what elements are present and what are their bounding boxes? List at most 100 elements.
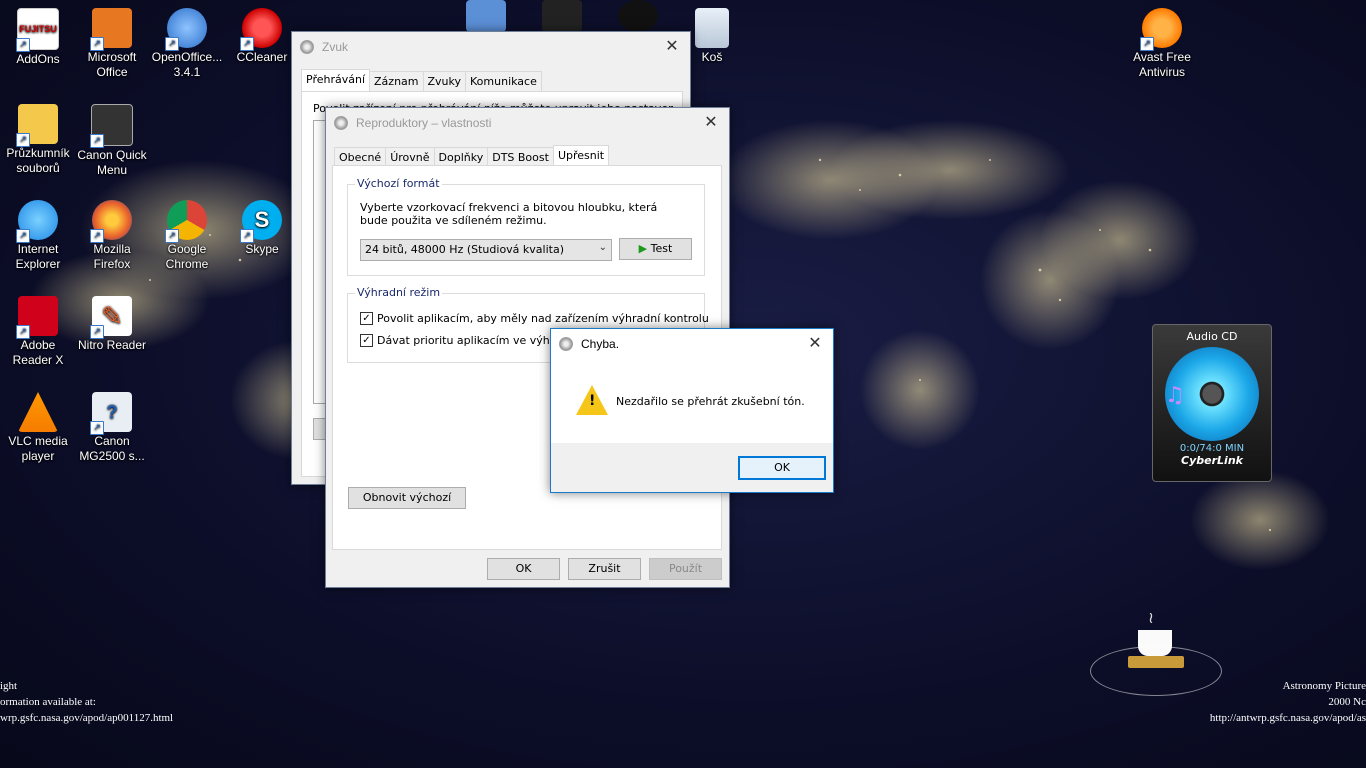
error-message: Nezdařilo se přehrát zkušební tón.: [616, 395, 805, 408]
desktop-icon-label: Průzkumník souborů: [6, 146, 70, 175]
desktop-icon-adobe-reader[interactable]: ↗ Adobe Reader X: [0, 292, 76, 368]
desktop-icon-avast[interactable]: ↗ Avast Free Antivirus: [1124, 4, 1200, 80]
desktop-icon-label: OpenOffice... 3.4.1: [151, 50, 223, 79]
firefox-icon: ↗: [90, 200, 132, 243]
restore-defaults-button[interactable]: Obnovit výchozí: [348, 487, 466, 509]
ccleaner-icon: ↗: [240, 8, 282, 51]
play-icon: ▶: [638, 242, 648, 255]
apod-line: Astronomy Picture: [1282, 680, 1366, 692]
warning-exclamation: !: [589, 393, 596, 409]
tab-komunikace[interactable]: Komunikace: [465, 71, 542, 93]
window-title: Reproduktory – vlastnosti: [356, 116, 492, 130]
ok-button[interactable]: OK: [487, 558, 560, 580]
cd-disc-icon: ♫: [1165, 347, 1259, 441]
tab-zvuky[interactable]: Zvuky: [422, 71, 467, 93]
speaker-icon: [300, 40, 314, 54]
apod-line: 2000 Nc: [1328, 696, 1366, 708]
desktop-icon-skype[interactable]: S ↗ Skype: [224, 196, 300, 257]
format-select-value: 24 bitů, 48000 Hz (Studiová kvalita): [365, 243, 564, 256]
nitro-reader-icon: ✎ ↗: [90, 296, 132, 339]
chrome-icon: ↗: [165, 200, 207, 243]
steam-icon: ≀: [1148, 608, 1154, 627]
apod-credit-left: ight ormation available at: wrp.gsfc.nas…: [0, 680, 173, 725]
sound-tabs: Přehrávání Záznam Zvuky Komunikace: [301, 69, 542, 93]
error-titlebar[interactable]: Chyba. ✕: [551, 329, 833, 359]
close-icon[interactable]: ✕: [805, 334, 825, 354]
close-icon[interactable]: ✕: [701, 113, 721, 133]
desktop-icon-nitro-reader[interactable]: ✎ ↗ Nitro Reader: [74, 292, 150, 353]
tab-prehravani[interactable]: Přehrávání: [301, 69, 371, 91]
fujitsu-icon: FUJITSU ↗: [16, 8, 59, 52]
desktop-icon-label: Internet Explorer: [15, 242, 61, 271]
audio-cd-gadget[interactable]: Audio CD ♫ 0:0/74:0 MIN CyberLink: [1152, 324, 1272, 482]
apply-button[interactable]: Použít: [649, 558, 722, 580]
desktop-icon-chrome[interactable]: ↗ Google Chrome: [149, 196, 225, 272]
webcam-icon: [618, 0, 658, 32]
taskbar-partial-icon-2[interactable]: [524, 0, 600, 34]
group-legend: Výhradní režim: [355, 286, 443, 299]
checkbox-checked-icon: ✓: [360, 312, 373, 325]
desktop-icon-canon-quick-menu[interactable]: ↗ Canon Quick Menu: [74, 100, 150, 178]
canon-quick-menu-icon: ↗: [90, 104, 133, 148]
internet-explorer-icon: ↗: [16, 200, 58, 243]
folder-icon: ↗: [16, 104, 58, 147]
allow-exclusive-checkbox[interactable]: ✓ Povolit aplikacím, aby měly nad zaříze…: [360, 312, 709, 325]
format-select[interactable]: 24 bitů, 48000 Hz (Studiová kvalita) ⌄: [360, 239, 612, 261]
group-legend: Výchozí formát: [355, 177, 442, 190]
music-note-icon: ♫: [1165, 383, 1185, 408]
desktop-icon-file-explorer[interactable]: ↗ Průzkumník souborů: [0, 100, 76, 176]
error-ok-button[interactable]: OK: [738, 456, 826, 480]
desktop-icon-label: Canon Quick Menu: [77, 148, 147, 177]
app-icon: [466, 0, 506, 32]
desktop-icon-ccleaner[interactable]: ↗ CCleaner: [224, 4, 300, 65]
desktop-icon-label: VLC media player: [8, 434, 68, 463]
properties-titlebar[interactable]: Reproduktory – vlastnosti ✕: [326, 108, 729, 138]
desktop-icon-label: CCleaner: [236, 50, 288, 64]
checkbox-label: Povolit aplikacím, aby měly nad zařízení…: [377, 312, 709, 325]
error-dialog[interactable]: Chyba. ✕ ! Nezdařilo se přehrát zkušební…: [550, 328, 834, 493]
apod-line: ight: [0, 680, 18, 692]
desktop-icon-internet-explorer[interactable]: ↗ Internet Explorer: [0, 196, 76, 272]
apod-line: wrp.gsfc.nasa.gov/apod/ap001127.html: [0, 712, 174, 724]
cancel-button[interactable]: Zrušit: [568, 558, 641, 580]
desktop-icon-vlc[interactable]: VLC media player: [0, 388, 76, 464]
app-icon: [542, 0, 582, 32]
taskbar-partial-icon-3[interactable]: [600, 0, 676, 34]
desktop-icon-firefox[interactable]: ↗ Mozilla Firefox: [74, 196, 150, 272]
tab-zaznam[interactable]: Záznam: [369, 71, 424, 93]
test-button-label: Test: [650, 242, 673, 255]
sound-titlebar[interactable]: Zvuk ✕: [292, 32, 690, 62]
window-title: Zvuk: [322, 40, 349, 54]
openoffice-icon: ↗: [165, 8, 207, 51]
adobe-reader-icon: ↗: [16, 296, 58, 339]
desktop-icon-openoffice[interactable]: ↗ OpenOffice... 3.4.1: [149, 4, 225, 80]
desktop-icon-label: Skype: [245, 242, 279, 256]
dialog-title: Chyba.: [581, 337, 620, 351]
desktop-icon-label: Mozilla Firefox: [93, 242, 131, 271]
apod-credit-right: Astronomy Picture 2000 Nc http://antwrp.…: [1210, 680, 1366, 725]
desktop-icon-canon-mg2500[interactable]: ? ↗ Canon MG2500 s...: [74, 388, 150, 464]
speaker-icon: [559, 337, 573, 351]
cyberlink-logo: CyberLink: [1181, 454, 1243, 467]
desktop-icon-label: Microsoft Office: [87, 50, 137, 79]
avast-icon: ↗: [1140, 8, 1182, 51]
default-format-group: Výchozí formát Vyberte vzorkovací frekve…: [347, 177, 705, 276]
checkbox-checked-icon: ✓: [360, 334, 373, 347]
taskbar-partial-icon-1[interactable]: [448, 0, 524, 34]
desktop-icon-addons[interactable]: FUJITSU ↗ AddOns: [0, 4, 76, 67]
desktop-icon-label: Avast Free Antivirus: [1133, 50, 1191, 79]
plate: [1128, 656, 1184, 668]
chevron-down-icon: ⌄: [598, 242, 607, 253]
apod-line: http://antwrp.gsfc.nasa.gov/apod/as: [1209, 712, 1366, 724]
desktop-icon-label: Adobe Reader X: [12, 338, 64, 367]
test-button[interactable]: ▶ Test: [619, 238, 692, 260]
tab-upresnit[interactable]: Upřesnit: [552, 145, 610, 167]
desktop-icon-label: Canon MG2500 s...: [79, 434, 145, 463]
recycle-bin-icon: [695, 8, 729, 48]
close-icon[interactable]: ✕: [662, 37, 682, 57]
vlc-icon: [18, 392, 58, 432]
apod-line: ormation available at:: [0, 696, 96, 708]
desktop-icon-label: Google Chrome: [165, 242, 209, 271]
desktop-icon-microsoft-office[interactable]: ↗ Microsoft Office: [74, 4, 150, 80]
coffee-cup-gadget[interactable]: ≀: [1090, 608, 1222, 698]
